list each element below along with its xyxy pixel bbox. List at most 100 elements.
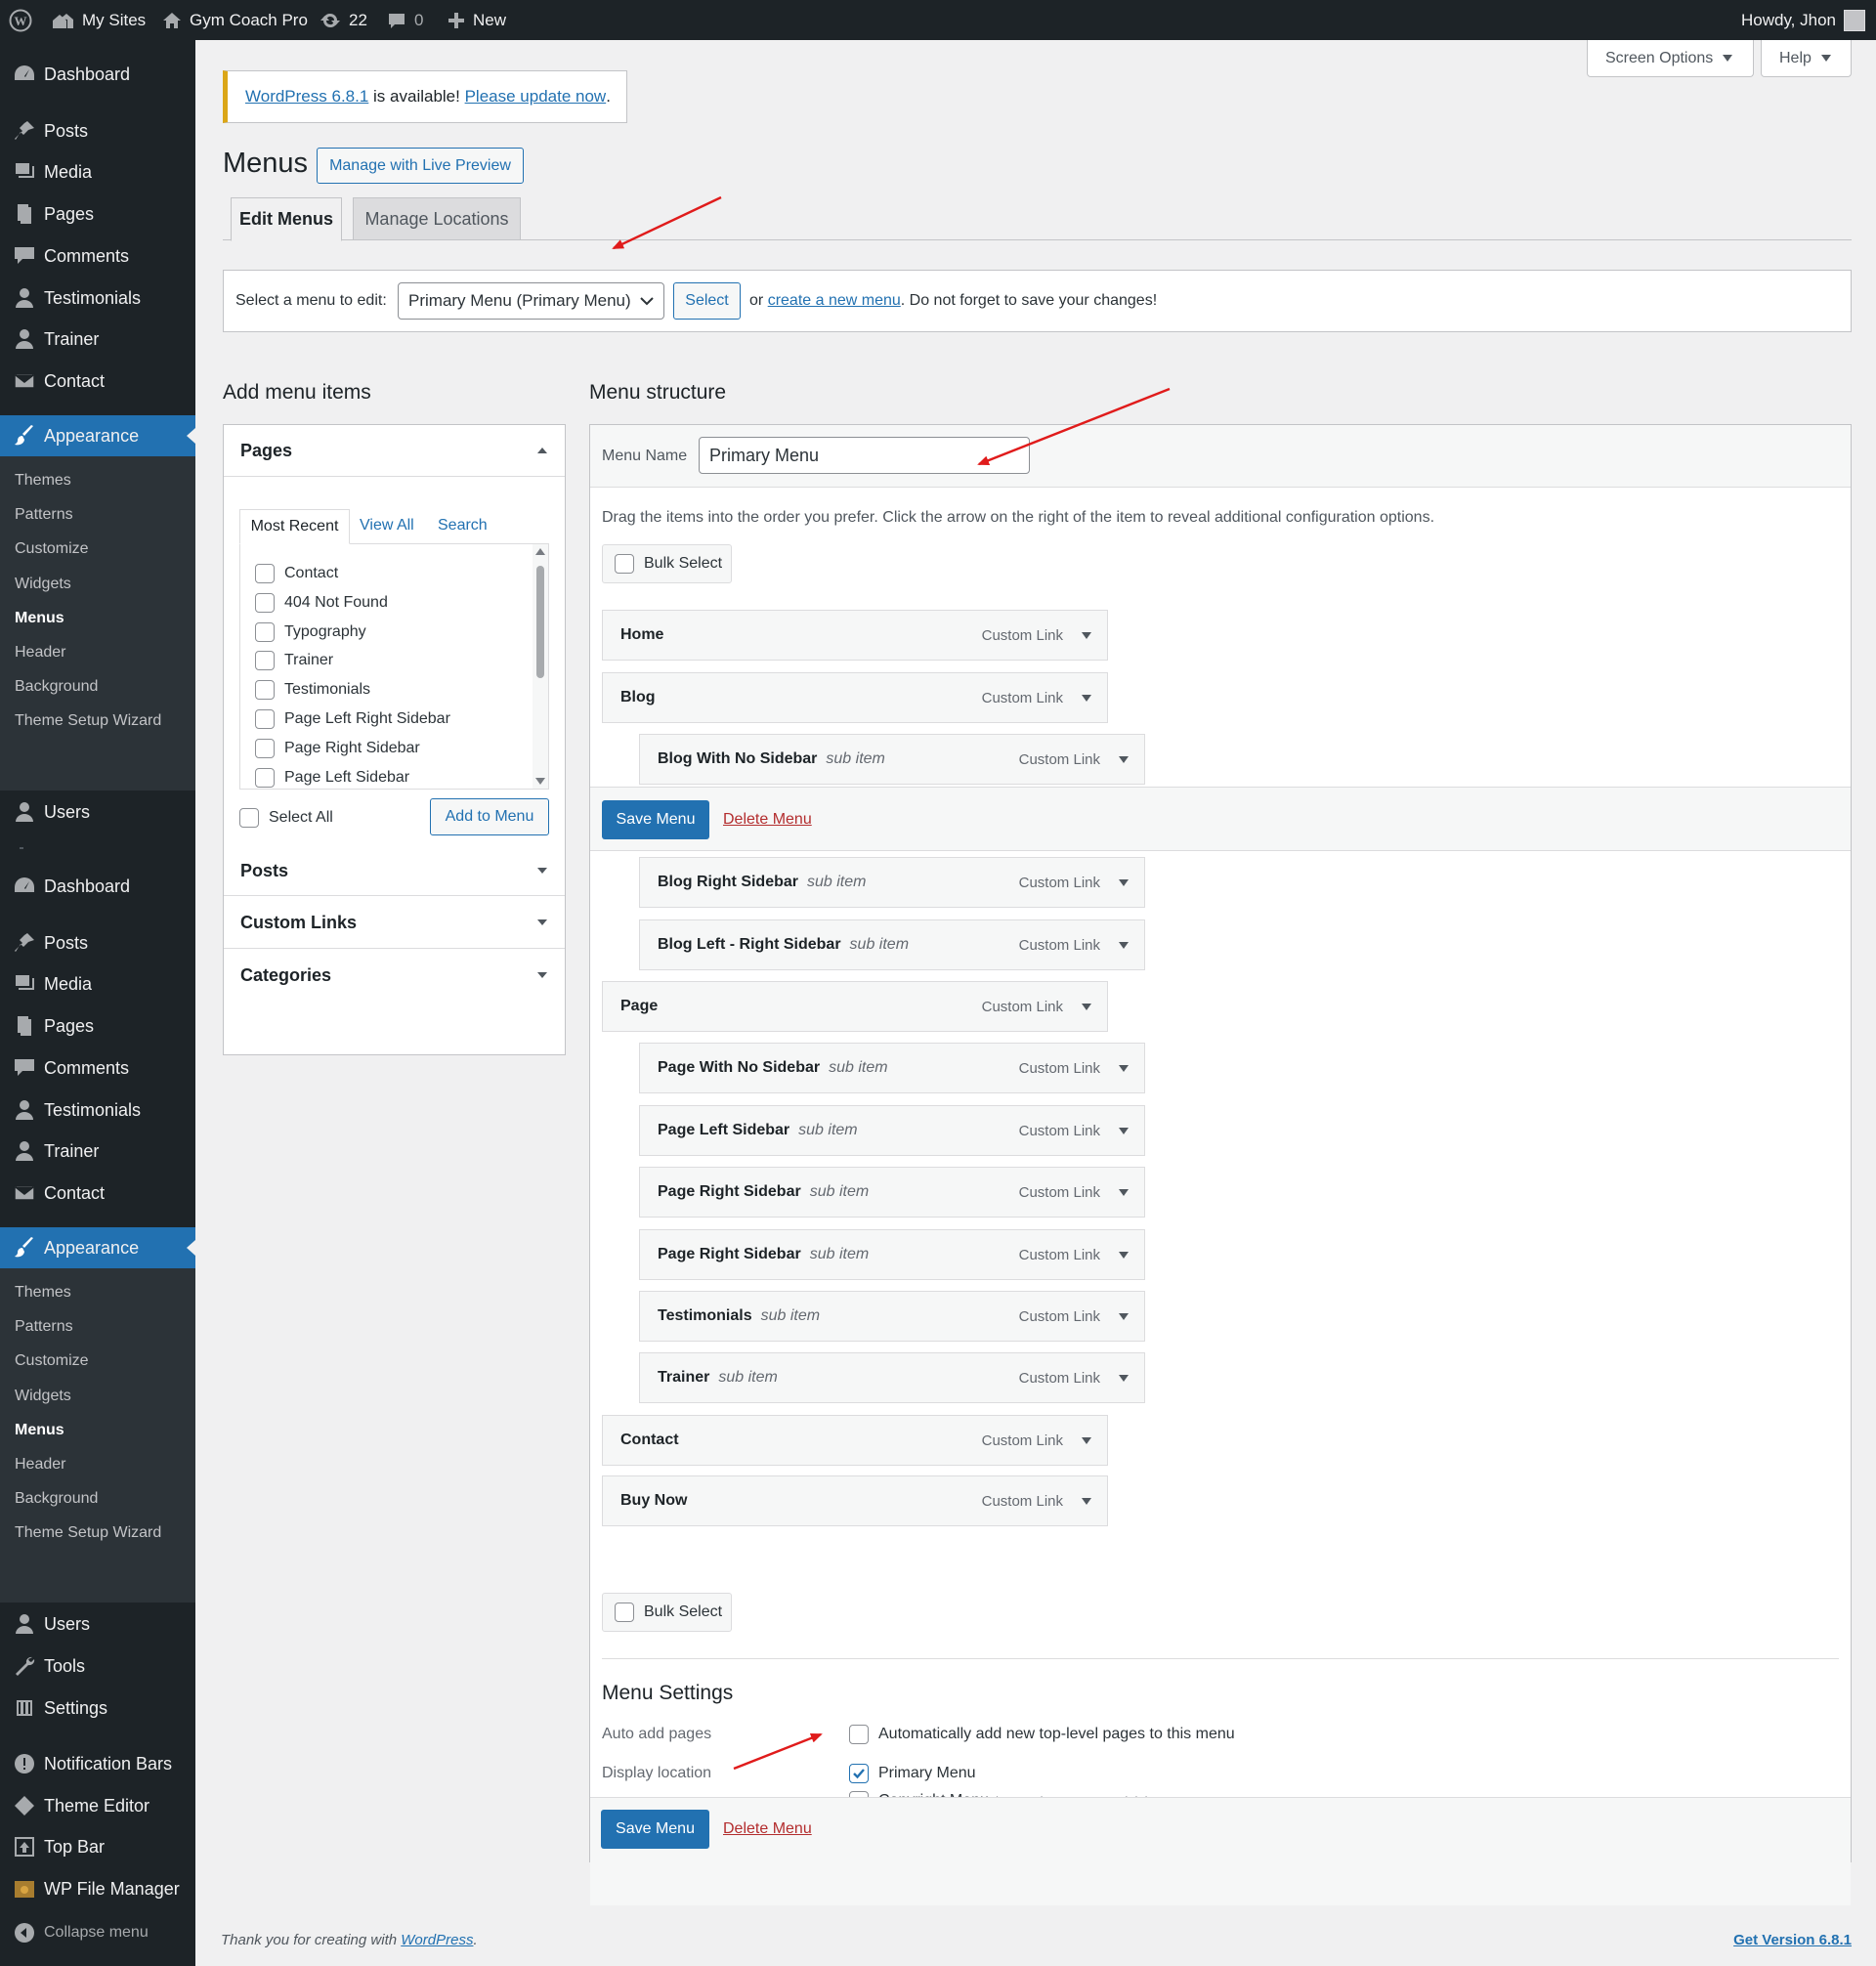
expand-item-arrow-icon[interactable]	[1119, 879, 1129, 886]
page-checkbox-item[interactable]: Page Left Right Sidebar	[255, 709, 450, 729]
delete-menu-link-bottom[interactable]: Delete Menu	[723, 1820, 812, 1838]
wordpress-version-link[interactable]: WordPress 6.8.1	[245, 87, 368, 107]
create-new-menu-link[interactable]: create a new menu	[768, 292, 901, 309]
submenu-item-background[interactable]: Background	[15, 670, 98, 704]
sidebar-item-contact[interactable]: Contact	[0, 1173, 195, 1214]
site-name-link[interactable]: Gym Coach Pro	[162, 0, 308, 40]
expand-item-arrow-icon[interactable]	[1082, 695, 1091, 702]
checkbox[interactable]	[615, 1603, 634, 1622]
sidebar-item-settings[interactable]: Settings	[0, 1688, 195, 1729]
footer-wordpress-link[interactable]: WordPress	[401, 1932, 473, 1948]
pages-accordion-header[interactable]: Pages	[224, 425, 565, 477]
tab-search[interactable]: Search	[438, 517, 488, 534]
sidebar-item-dashboard[interactable]: Dashboard	[0, 54, 195, 95]
submenu-item-themes[interactable]: Themes	[15, 464, 71, 497]
page-checkbox-item[interactable]: Trainer	[255, 651, 333, 671]
expand-item-arrow-icon[interactable]	[1119, 1252, 1129, 1259]
expand-item-arrow-icon[interactable]	[1119, 1128, 1129, 1134]
menu-item-page-right-sidebar[interactable]: Page Right Sidebar sub item Custom Link	[639, 1167, 1145, 1218]
expand-item-arrow-icon[interactable]	[1119, 1313, 1129, 1320]
sidebar-item-trainer[interactable]: Trainer	[0, 1131, 195, 1172]
add-to-menu-button[interactable]: Add to Menu	[430, 798, 549, 835]
submenu-item-theme-setup-wizard[interactable]: Theme Setup Wizard	[15, 1517, 161, 1550]
submenu-item-widgets[interactable]: Widgets	[15, 1380, 71, 1413]
expand-item-arrow-icon[interactable]	[1119, 942, 1129, 949]
sidebar-item-notification-bars[interactable]: Notification Bars	[0, 1743, 195, 1784]
my-account-link[interactable]: Howdy, Jhon	[1741, 0, 1865, 40]
scroll-down-icon[interactable]	[535, 778, 545, 785]
checkbox[interactable]	[255, 709, 275, 729]
select-menu-button[interactable]: Select	[673, 282, 741, 320]
menu-item-testimonials[interactable]: Testimonials sub item Custom Link	[639, 1291, 1145, 1342]
sidebar-item-collapse-menu[interactable]: Collapse menu	[0, 1912, 195, 1953]
expand-item-arrow-icon[interactable]	[1119, 1065, 1129, 1072]
page-checkbox-item[interactable]: Testimonials	[255, 680, 370, 701]
bulk-select-bottom[interactable]: Bulk Select	[602, 1593, 732, 1632]
sidebar-item-posts[interactable]: Posts	[0, 922, 195, 963]
scroll-up-icon[interactable]	[535, 548, 545, 555]
sidebar-item-trainer[interactable]: Trainer	[0, 319, 195, 360]
expand-item-arrow-icon[interactable]	[1119, 1375, 1129, 1382]
primary-menu-location-option[interactable]: Primary Menu	[849, 1764, 976, 1783]
sidebar-item-posts[interactable]: Posts	[0, 110, 195, 151]
posts-accordion-header[interactable]: Posts	[224, 844, 565, 896]
get-version-link[interactable]: Get Version 6.8.1	[1733, 1932, 1852, 1948]
sidebar-item-dashboard[interactable]: Dashboard	[0, 866, 195, 907]
menu-item-trainer[interactable]: Trainer sub item Custom Link	[639, 1352, 1145, 1403]
sidebar-item-media[interactable]: Media	[0, 151, 195, 192]
custom-links-accordion-header[interactable]: Custom Links	[224, 896, 565, 949]
comments-link[interactable]: 0	[387, 0, 423, 40]
menu-item-blog-left-right-sidebar[interactable]: Blog Left - Right Sidebar sub item Custom …	[639, 919, 1145, 970]
select-all-checkbox[interactable]: Select All	[239, 808, 333, 828]
sidebar-item-users[interactable]: Users	[0, 791, 195, 833]
tab-manage-locations[interactable]: Manage Locations	[353, 197, 521, 240]
sidebar-item-contact[interactable]: Contact	[0, 361, 195, 402]
menu-name-input[interactable]: Primary Menu	[699, 437, 1030, 474]
categories-accordion-header[interactable]: Categories	[224, 949, 565, 1002]
checkbox[interactable]	[255, 738, 275, 758]
auto-add-option[interactable]: Automatically add new top-level pages to…	[849, 1725, 1235, 1744]
menu-item-page-left-sidebar[interactable]: Page Left Sidebar sub item Custom Link	[639, 1105, 1145, 1156]
submenu-item-background[interactable]: Background	[15, 1482, 98, 1516]
scrollbar[interactable]	[533, 544, 548, 789]
checkbox[interactable]	[255, 651, 275, 671]
update-now-link[interactable]: Please update now	[465, 87, 607, 107]
tab-view-all[interactable]: View All	[360, 517, 414, 534]
tab-most-recent[interactable]: Most Recent	[239, 509, 350, 544]
menu-item-page[interactable]: Page Custom Link	[602, 981, 1108, 1032]
bulk-select-top[interactable]: Bulk Select	[602, 544, 732, 583]
menu-item-buy-now[interactable]: Buy Now Custom Link	[602, 1475, 1108, 1526]
checkbox[interactable]	[255, 621, 275, 642]
page-checkbox-item[interactable]: Contact	[255, 564, 338, 583]
sidebar-item-top-bar[interactable]: Top Bar	[0, 1826, 195, 1867]
submenu-item-widgets[interactable]: Widgets	[15, 568, 71, 601]
sidebar-item-comments[interactable]: Comments	[0, 235, 195, 277]
page-checkbox-item[interactable]: Page Right Sidebar	[255, 738, 420, 758]
help-button[interactable]: Help	[1761, 40, 1852, 77]
save-menu-button[interactable]: Save Menu	[602, 800, 709, 839]
new-content-link[interactable]: New	[448, 0, 506, 40]
sidebar-item-testimonials[interactable]: Testimonials	[0, 1090, 195, 1131]
menu-item-contact[interactable]: Contact Custom Link	[602, 1415, 1108, 1466]
sidebar-item-users[interactable]: Users	[0, 1603, 195, 1645]
checkbox[interactable]	[255, 592, 275, 613]
expand-item-arrow-icon[interactable]	[1082, 1498, 1091, 1505]
checkbox[interactable]	[615, 554, 634, 574]
wordpress-logo-icon[interactable]: W	[9, 0, 32, 40]
checkbox[interactable]	[239, 808, 259, 828]
page-checkbox-item[interactable]: Page Left Sidebar	[255, 767, 409, 788]
menu-item-blog-right-sidebar[interactable]: Blog Right Sidebar sub item Custom Link	[639, 857, 1145, 908]
updates-link[interactable]: 22	[320, 0, 367, 40]
sidebar-item-media[interactable]: Media	[0, 963, 195, 1004]
sidebar-item-appearance[interactable]: Appearance	[0, 415, 195, 456]
menu-item-blog-with-no-sidebar[interactable]: Blog With No Sidebar sub item Custom Link	[639, 734, 1145, 785]
tab-edit-menus[interactable]: Edit Menus	[231, 197, 342, 241]
scrollbar-thumb[interactable]	[536, 566, 544, 678]
expand-item-arrow-icon[interactable]	[1119, 756, 1129, 763]
menu-item-home[interactable]: Home Custom Link	[602, 610, 1108, 661]
checkbox[interactable]	[849, 1725, 869, 1744]
sidebar-item-pages[interactable]: Pages	[0, 193, 195, 235]
page-checkbox-item[interactable]: Typography	[255, 621, 366, 642]
menu-item-page-right-sidebar[interactable]: Page Right Sidebar sub item Custom Link	[639, 1229, 1145, 1280]
sidebar-item-pages[interactable]: Pages	[0, 1005, 195, 1047]
